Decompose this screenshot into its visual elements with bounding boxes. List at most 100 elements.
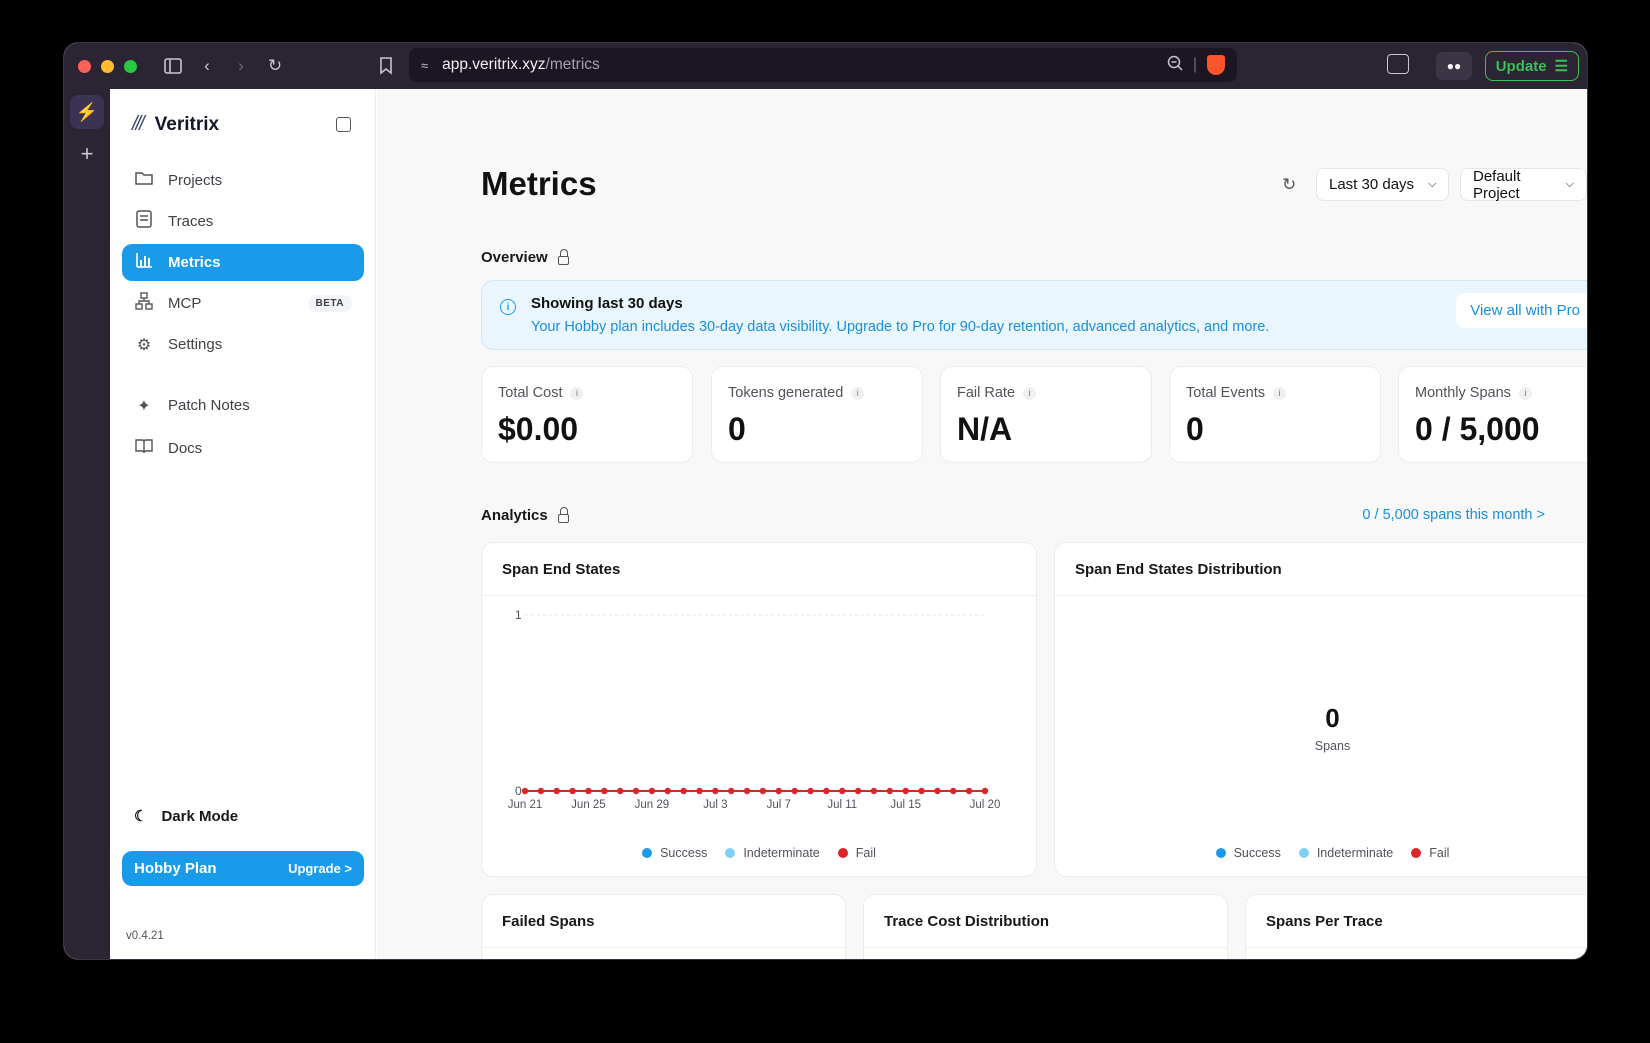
url-host: app.veritrix.xyz xyxy=(442,56,546,73)
add-tab-icon[interactable]: + xyxy=(64,141,110,167)
legend-item-success[interactable]: Success xyxy=(1215,846,1281,860)
failed-spans-card: Failed Spans xyxy=(481,894,846,959)
stat-value: N/A xyxy=(957,411,1013,447)
hobby-plan-button[interactable]: Hobby Plan Upgrade > xyxy=(122,851,364,886)
sidebar-item-patch-notes[interactable]: ✦ Patch Notes xyxy=(122,387,364,424)
data-point[interactable] xyxy=(728,787,735,795)
reload-icon[interactable]: ↻ xyxy=(261,52,289,80)
data-point[interactable] xyxy=(585,787,592,795)
legend-item-indeterminate[interactable]: Indeterminate xyxy=(725,846,820,860)
info-icon[interactable]: i xyxy=(570,386,584,400)
data-point[interactable] xyxy=(854,787,862,795)
back-icon[interactable]: ‹ xyxy=(193,52,221,80)
data-point[interactable] xyxy=(791,787,798,795)
maximize-window-button[interactable] xyxy=(124,59,137,73)
x-tick-label: Jul 20 xyxy=(970,799,1001,811)
analytics-label: Analytics xyxy=(481,507,548,524)
address-bar[interactable]: ≈ app.veritrix.xyz/metrics | xyxy=(409,48,1237,82)
info-icon[interactable]: i xyxy=(1273,386,1286,400)
x-tick-label: Jul 7 xyxy=(767,799,791,811)
data-point[interactable] xyxy=(680,787,687,795)
legend-item-fail[interactable]: Fail xyxy=(1411,846,1449,860)
sidebar-item-metrics[interactable]: Metrics xyxy=(122,244,364,281)
refresh-icon[interactable]: ↻ xyxy=(1282,175,1296,195)
close-window-button[interactable] xyxy=(78,59,91,73)
data-point[interactable] xyxy=(775,787,782,795)
sidebar-item-label: Patch Notes xyxy=(168,397,250,414)
banner-text: Your Hobby plan includes 30-day data vis… xyxy=(531,319,1270,335)
data-point[interactable] xyxy=(616,787,624,795)
data-point[interactable] xyxy=(537,787,545,795)
data-point[interactable] xyxy=(712,787,719,795)
browser-side-strip: ⚡ + xyxy=(64,89,110,959)
data-point[interactable] xyxy=(965,787,973,795)
minimize-window-button[interactable] xyxy=(101,59,114,73)
data-point[interactable] xyxy=(569,787,576,795)
sidebar-item-projects[interactable]: Projects xyxy=(122,162,364,199)
legend-item-indeterminate[interactable]: Indeterminate xyxy=(1298,846,1393,860)
data-point[interactable] xyxy=(839,787,846,795)
site-settings-icon[interactable]: ≈ xyxy=(421,58,428,73)
data-point[interactable] xyxy=(902,787,909,795)
info-icon[interactable]: i xyxy=(1518,386,1532,400)
zoom-icon[interactable] xyxy=(1167,55,1183,76)
stat-card-tokens: Tokens generated i 0 xyxy=(711,366,923,463)
data-point[interactable] xyxy=(664,787,671,795)
view-all-pro-button[interactable]: View all with Pro xyxy=(1456,293,1587,328)
dark-mode-toggle[interactable]: ☾ Dark Mode xyxy=(134,807,239,826)
collapse-sidebar-icon[interactable] xyxy=(336,117,351,132)
tab-search-icon[interactable] xyxy=(1387,54,1409,74)
dark-mode-label: Dark Mode xyxy=(161,807,239,825)
sidebar-toggle-icon[interactable] xyxy=(159,52,187,80)
legend-item-fail[interactable]: Fail xyxy=(837,846,876,860)
data-point[interactable] xyxy=(918,787,925,795)
spans-this-month-link[interactable]: 0 / 5,000 spans this month > xyxy=(1362,507,1545,523)
extensions-icon[interactable]: ●● xyxy=(1436,52,1472,80)
data-point[interactable] xyxy=(870,787,878,795)
span-end-states-chart: 0 1 Jun 21 Jun 25 Jun 29 Jul 3 Jul 7 Jul 11 Jul … xyxy=(508,608,1001,811)
data-point[interactable] xyxy=(648,787,656,795)
version-label: v0.4.21 xyxy=(126,930,164,942)
update-button[interactable]: Update ☰ xyxy=(1484,51,1579,81)
y-tick-label: 0 xyxy=(515,784,522,798)
sidebar-item-settings[interactable]: ⚙ Settings xyxy=(122,326,364,363)
brave-shields-icon[interactable] xyxy=(1207,55,1225,75)
forward-icon[interactable]: › xyxy=(227,52,255,80)
sparkle-icon: ✦ xyxy=(137,397,151,415)
info-icon[interactable]: i xyxy=(1023,386,1037,400)
data-point[interactable] xyxy=(934,787,941,795)
data-point[interactable] xyxy=(886,787,894,795)
data-point[interactable] xyxy=(950,787,957,795)
info-icon[interactable]: i xyxy=(851,386,865,400)
data-point[interactable] xyxy=(823,787,830,795)
chart-legend: Success Indeterminate Fail xyxy=(482,846,1036,860)
y-tick-label: 1 xyxy=(515,608,522,622)
app-tab-icon[interactable]: ⚡ xyxy=(70,95,104,129)
stat-label: Total Cost xyxy=(498,385,563,401)
project-dropdown[interactable]: Default Project ⌵ xyxy=(1460,168,1587,202)
chevron-down-icon: ⌵ xyxy=(1565,178,1574,190)
data-point[interactable] xyxy=(553,787,560,795)
sidebar-item-mcp[interactable]: MCP BETA xyxy=(122,285,364,322)
data-point[interactable] xyxy=(743,787,751,795)
x-tick-label: Jul 11 xyxy=(827,799,857,811)
brand[interactable]: /// Veritrix xyxy=(132,113,219,136)
data-point[interactable] xyxy=(632,787,640,795)
date-range-value: Last 30 days xyxy=(1329,176,1415,193)
legend-item-success[interactable]: Success xyxy=(642,846,707,860)
data-point[interactable] xyxy=(521,787,529,795)
data-point[interactable] xyxy=(601,787,608,795)
sidebar-item-label: Projects xyxy=(168,172,223,189)
date-range-dropdown[interactable]: Last 30 days ⌵ xyxy=(1316,168,1450,201)
data-point[interactable] xyxy=(981,787,989,795)
sidebar-item-traces[interactable]: Traces xyxy=(122,203,364,240)
lock-icon xyxy=(557,249,569,265)
data-point[interactable] xyxy=(696,787,703,795)
data-point[interactable] xyxy=(759,787,767,795)
data-point[interactable] xyxy=(807,787,814,795)
card-title: Span End States Distribution xyxy=(1055,543,1587,596)
upgrade-link[interactable]: Upgrade > xyxy=(288,861,352,876)
bookmark-icon[interactable] xyxy=(372,52,400,80)
sidebar-item-docs[interactable]: Docs xyxy=(122,430,364,467)
lock-icon xyxy=(557,507,569,523)
